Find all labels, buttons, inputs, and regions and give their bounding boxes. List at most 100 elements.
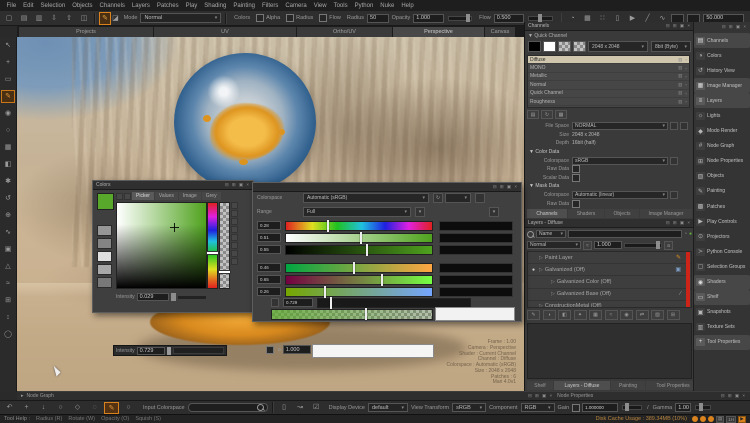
blue-gradient-slider[interactable] <box>285 287 433 297</box>
file-toolbar-icon[interactable]: ▥ <box>33 13 45 24</box>
red-value-field[interactable]: 0.46 <box>257 263 281 272</box>
paint-checkbox[interactable]: Radius <box>286 14 313 22</box>
tool-button[interactable]: ▦ <box>2 142 14 153</box>
channel-row[interactable]: Normal ▥ ▫ <box>528 81 689 89</box>
layers-palette-header[interactable]: Layers - Diffuse ⊟ ⊞ ▣ × <box>525 219 694 228</box>
paint-checkbox[interactable]: Flow <box>319 14 341 22</box>
picker-option[interactable] <box>231 210 238 217</box>
flow-slider[interactable] <box>528 16 553 21</box>
palette-toggle[interactable]: ↺ History View <box>694 63 750 78</box>
menu-item[interactable]: Filters <box>259 3 282 9</box>
slider-marker[interactable] <box>330 297 332 309</box>
palette-toggle[interactable]: ▶ Play Controls <box>694 214 750 229</box>
palette-toggle[interactable]: ▤ Channels <box>694 33 750 48</box>
hue-slider[interactable] <box>207 202 218 289</box>
tool-button[interactable]: ↕ <box>2 312 14 323</box>
view-transform-dropdown[interactable]: sRGB▾ <box>452 403 486 412</box>
palette-tab[interactable]: Channels <box>527 209 567 218</box>
tool-button[interactable]: ✎ <box>2 91 14 102</box>
palette-mini-button[interactable] <box>124 193 131 200</box>
red-gradient-slider[interactable] <box>285 263 433 273</box>
channels-palette-header[interactable]: Channels ⊟ ⊞ ▣ × <box>525 22 694 31</box>
intensity-field[interactable]: 0.729 <box>137 347 165 355</box>
palette-toggle[interactable]: ▣ Snapshots <box>694 305 750 320</box>
layer-scrollbar[interactable] <box>686 252 690 307</box>
range-dropdown[interactable]: Full ▾ <box>303 207 411 217</box>
channel-row[interactable]: Specular ▥ ▫ <box>528 106 689 108</box>
filter-dropdown[interactable]: Name▾ <box>536 230 566 238</box>
gamma-field[interactable]: 1.00 <box>675 403 691 412</box>
slider-marker[interactable] <box>381 274 383 286</box>
opacity-slider[interactable] <box>448 16 473 21</box>
value-value-field[interactable]: 0.55 <box>257 245 281 254</box>
layer-row[interactable]: ● ▷ Galvanized Color (Off) <box>528 276 691 288</box>
colorspace-reset-button[interactable]: ↻ <box>433 193 443 203</box>
palette-toggle[interactable]: ▭ Shelf <box>694 290 750 305</box>
colors-tab[interactable]: Picker <box>132 192 154 200</box>
menu-item[interactable]: Channels <box>96 3 128 9</box>
history-icon[interactable]: ◔ <box>684 231 687 237</box>
layer-row[interactable]: ● ▷ Galvanized (Off) ▣ <box>528 264 691 276</box>
picker-option[interactable] <box>231 250 238 257</box>
tool-button[interactable]: ◯ <box>2 329 14 340</box>
blend-mode-dropdown[interactable]: Normal▾ <box>527 241 581 249</box>
layer-expander-icon[interactable]: ▷ <box>539 255 543 261</box>
slider-handle[interactable] <box>167 347 171 355</box>
layer-expander-icon[interactable]: ▷ <box>539 303 543 308</box>
menu-item[interactable]: Help <box>398 3 417 9</box>
slider-marker[interactable] <box>324 286 326 298</box>
palette-toggle[interactable]: ▢ Selection Groups <box>694 259 750 274</box>
slider-option-button[interactable] <box>271 298 279 307</box>
radius-field[interactable]: 50 <box>367 14 389 23</box>
gain-checkbox[interactable] <box>572 404 580 412</box>
bottom-tab[interactable]: Layers - Diffuse <box>554 381 610 390</box>
file-toolbar-icon[interactable]: ⇧ <box>63 13 75 24</box>
palette-toggle[interactable]: ▧ Objects <box>694 169 750 184</box>
transparent-swatch[interactable] <box>573 41 586 52</box>
tool-button[interactable]: ∿ <box>2 227 14 238</box>
mask-colorspace-button[interactable] <box>670 191 678 199</box>
menu-item[interactable]: View <box>310 3 330 9</box>
flow-field[interactable]: 0.500 <box>494 14 524 23</box>
palette-toggle[interactable]: ▩ Patches <box>694 199 750 214</box>
slider-marker[interactable] <box>353 262 355 274</box>
layer-action-button[interactable]: ✦ <box>574 310 587 320</box>
picker-option[interactable] <box>231 234 238 241</box>
tool-button[interactable]: ↖ <box>2 40 14 51</box>
layer-action-button[interactable]: ≈ <box>605 310 618 320</box>
hue-marker[interactable] <box>207 252 218 254</box>
channel-row[interactable]: Quick Channel ▥ ▫ <box>528 90 689 98</box>
intensity-value-field[interactable]: 0.729 <box>283 298 313 307</box>
expand-icon[interactable]: ▸ <box>21 393 24 399</box>
bottom-tab[interactable]: Tool Properties <box>646 381 700 390</box>
layer-lock-button[interactable]: a <box>664 241 673 250</box>
layer-action-button[interactable]: ◑ <box>543 310 556 320</box>
slider-marker[interactable] <box>360 232 362 244</box>
saturation-value-field[interactable]: 0.51 <box>257 233 281 242</box>
layer-action-button[interactable]: ▧ <box>651 310 664 320</box>
eraser-icon[interactable]: ◪ <box>110 13 120 24</box>
menu-item[interactable]: Edit <box>20 3 37 9</box>
file-toolbar-icon[interactable]: ▢ <box>3 13 15 24</box>
layer-opacity-field[interactable]: 1.000 <box>594 241 622 249</box>
canvas-nav-icon[interactable]: ◌ <box>88 402 101 413</box>
status-badge[interactable] <box>700 416 706 422</box>
add-channel-button[interactable]: ▤ <box>527 110 539 119</box>
transparent-swatch[interactable] <box>558 41 571 52</box>
layer-action-button[interactable]: ▦ <box>589 310 602 320</box>
channel-row[interactable]: Roughness ▥ ▫ <box>528 98 689 106</box>
palette-toggle[interactable]: ⊞ Node Properties <box>694 154 750 169</box>
colorspace-dropdown[interactable]: Automatic (sRGB) ▾ <box>303 193 429 203</box>
status-badge[interactable]: 1H <box>726 416 736 423</box>
file-toolbar-icon[interactable]: ◫ <box>78 13 90 24</box>
grid-view-button[interactable]: ▦ <box>555 110 567 119</box>
raw-data-checkbox[interactable] <box>572 165 580 173</box>
channel-depth-dropdown[interactable]: 8bit (Byte)▾ <box>651 41 691 52</box>
status-badge[interactable] <box>708 416 714 422</box>
viewport-tab[interactable]: Perspective <box>393 27 484 37</box>
channel-row[interactable]: Diffuse ▥ ▫ <box>528 56 689 64</box>
colorspace-mini-dropdown[interactable]: ▾ <box>445 193 471 203</box>
alpha-marker[interactable] <box>219 271 230 273</box>
layer-action-button[interactable]: ◧ <box>558 310 571 320</box>
menu-item[interactable]: Camera <box>282 3 310 9</box>
